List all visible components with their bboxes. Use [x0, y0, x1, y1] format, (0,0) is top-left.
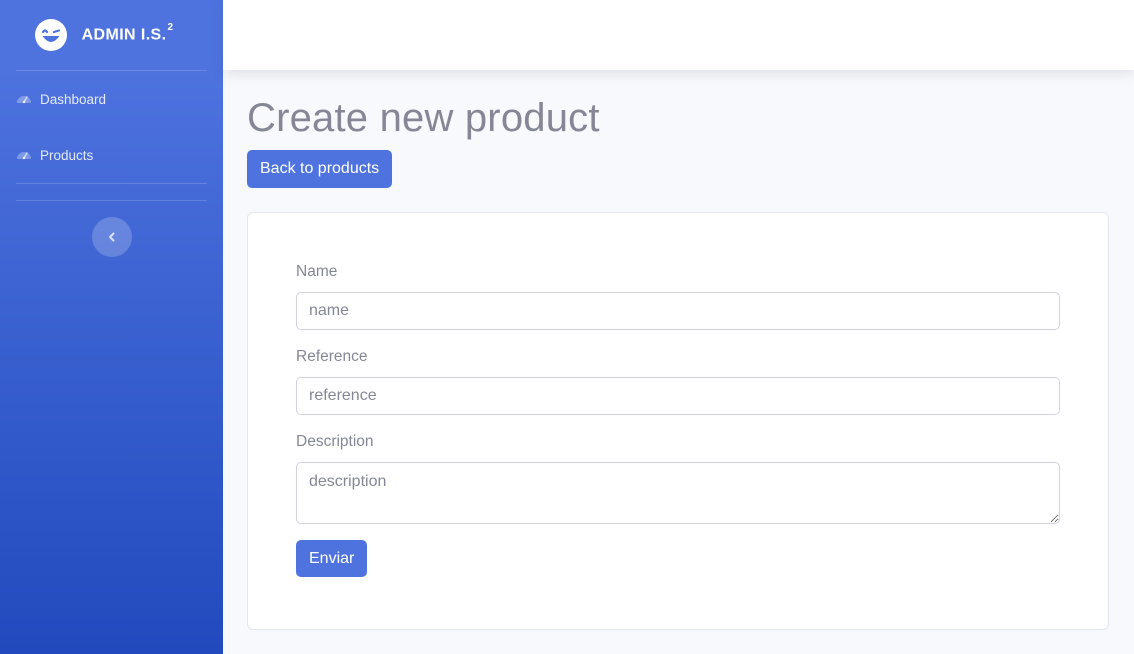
- form-group-description: Description: [296, 433, 1060, 524]
- sidebar-item-label: Products: [40, 147, 94, 163]
- sidebar-brand[interactable]: ADMIN I.S.2: [0, 0, 223, 70]
- description-textarea[interactable]: [296, 462, 1060, 524]
- back-to-products-button[interactable]: Back to products: [247, 150, 393, 188]
- form-group-name: Name: [296, 263, 1060, 330]
- form-group-reference: Reference: [296, 348, 1060, 415]
- sidebar-item-dashboard[interactable]: Dashboard: [0, 71, 223, 127]
- reference-label: Reference: [296, 348, 368, 365]
- name-input[interactable]: [296, 292, 1060, 330]
- product-form-card: Name Reference Description Enviar: [247, 212, 1109, 630]
- main-content: Create new product Back to products Name…: [247, 92, 1109, 630]
- topbar: [223, 0, 1134, 70]
- brand-title: ADMIN I.S.2: [81, 22, 174, 44]
- sidebar: ADMIN I.S.2 Dashboard Products: [0, 0, 223, 654]
- page-title: Create new product: [247, 96, 600, 140]
- sidebar-divider: [16, 200, 207, 201]
- description-label: Description: [296, 433, 374, 450]
- sidebar-divider: [16, 183, 207, 184]
- tachometer-icon: [17, 152, 31, 160]
- sidebar-item-products[interactable]: Products: [0, 127, 223, 183]
- reference-input[interactable]: [296, 377, 1060, 415]
- laugh-wink-icon: [34, 19, 67, 51]
- product-form: Name Reference Description Enviar: [296, 263, 1060, 577]
- sidebar-toggle-button[interactable]: [91, 217, 132, 257]
- submit-button[interactable]: Enviar: [296, 540, 368, 577]
- name-label: Name: [296, 263, 338, 280]
- tachometer-icon: [17, 96, 31, 104]
- sidebar-item-label: Dashboard: [40, 91, 107, 107]
- chevron-left-icon: [108, 232, 114, 242]
